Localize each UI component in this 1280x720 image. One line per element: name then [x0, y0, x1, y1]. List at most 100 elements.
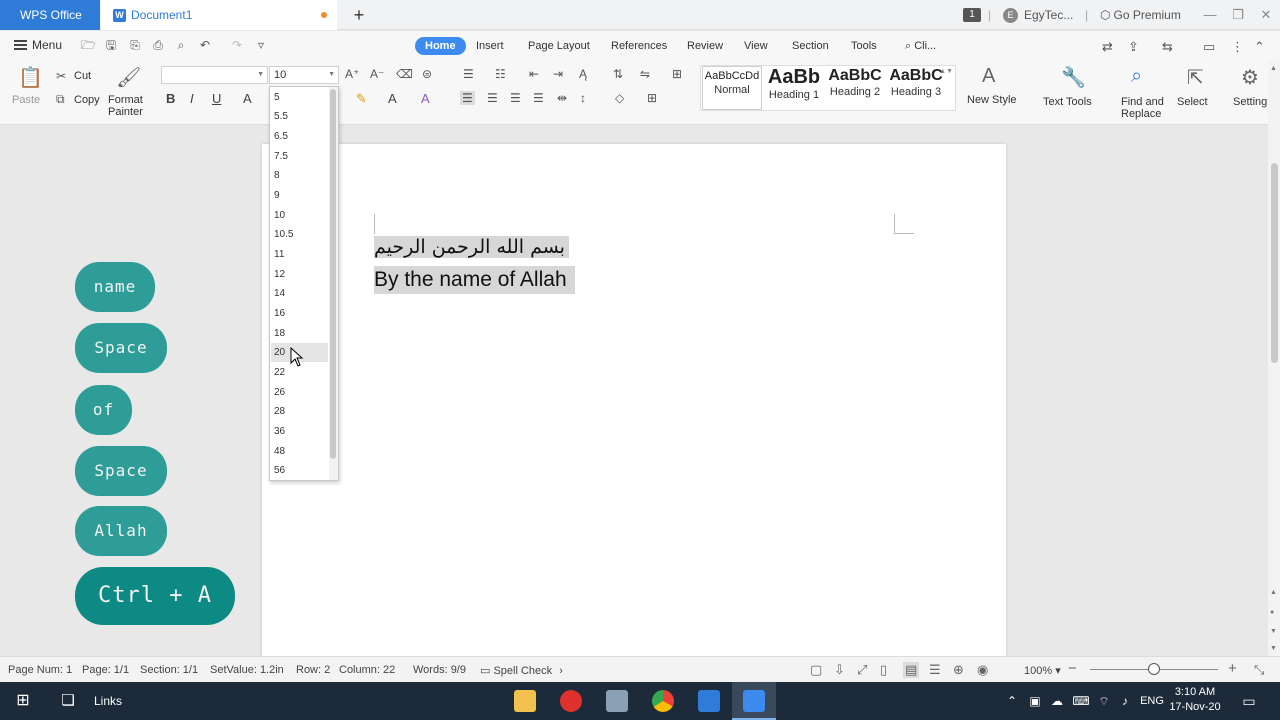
volume-icon[interactable]: ♪ [1116, 682, 1134, 720]
page-nav-icon[interactable]: ⇩ [834, 662, 845, 678]
export-icon[interactable]: ⎘ [128, 39, 142, 52]
scrollbar-thumb[interactable] [1271, 163, 1278, 363]
page-count-indicator[interactable]: 1 [963, 0, 981, 30]
highlight-icon[interactable]: ✎ [356, 91, 367, 107]
show-hide-icon[interactable]: ⇋ [640, 67, 650, 81]
find-replace-label-1[interactable]: Find and [1121, 96, 1164, 108]
restore-button[interactable]: ❐ [1224, 0, 1252, 30]
sync-icon[interactable]: ⇆ [1162, 39, 1173, 55]
copy-button[interactable]: Copy [74, 94, 100, 106]
status-words[interactable]: Words: 9/9 [413, 664, 466, 676]
windows-start-icon[interactable]: ⊞ [10, 682, 36, 720]
header-footer-icon[interactable]: ▢ [810, 662, 822, 678]
underline-icon[interactable]: U [212, 91, 221, 106]
font-size-combo[interactable]: 10 ▼ [269, 66, 339, 84]
more-options-icon[interactable]: ⋮ [1231, 39, 1244, 55]
cut-button[interactable]: Cut [74, 70, 91, 82]
format-painter-icon[interactable]: 🖌 [116, 65, 141, 90]
zoom-out-icon[interactable]: − [1068, 660, 1077, 677]
status-row[interactable]: Row: 2 [296, 664, 330, 676]
wps-office-tab[interactable]: WPS Office [0, 0, 100, 30]
italic-icon[interactable]: I [190, 91, 194, 106]
tab-insert[interactable]: Insert [466, 37, 514, 55]
scroll-up-icon[interactable]: ▲ [1270, 65, 1277, 72]
font-size-option[interactable]: 7.5 [271, 147, 328, 166]
show-hidden-icons[interactable]: ⌃ [1003, 682, 1021, 720]
new-tab-button[interactable]: + [348, 4, 370, 26]
font-size-option[interactable]: 8 [271, 166, 328, 185]
status-section[interactable]: Section: 1/1 [140, 664, 198, 676]
align-center-icon[interactable]: ☰ [487, 91, 498, 105]
tab-page-layout[interactable]: Page Layout [518, 37, 600, 55]
tray-app-icon[interactable]: ▣ [1026, 682, 1044, 720]
wps-writer-taskbar-button[interactable] [732, 682, 776, 720]
close-window-button[interactable]: ✕ [1252, 0, 1280, 30]
go-premium-button[interactable]: ⬡ Go Premium [1100, 0, 1181, 30]
account-button[interactable]: E EgyTec... [1003, 0, 1073, 30]
settings-icon[interactable]: ⚙ [1241, 65, 1259, 90]
dropdown-scrollbar[interactable] [329, 87, 338, 480]
font-size-option[interactable]: 11 [271, 245, 328, 264]
phonetic-guide-icon[interactable]: ⊜ [422, 67, 432, 81]
save-icon[interactable]: 🖫 [104, 39, 118, 52]
document-tab[interactable]: W Document1 [101, 0, 337, 30]
web-layout-icon[interactable]: ⊕ [953, 662, 964, 678]
decrease-indent-icon[interactable]: ⇤ [529, 67, 539, 81]
line-spacing-icon[interactable]: ↕ [580, 91, 586, 105]
font-size-option[interactable]: 12 [271, 265, 328, 284]
format-painter-label-1[interactable]: Format [108, 94, 143, 106]
text-color-icon[interactable]: A [388, 91, 397, 106]
tray-input-icon[interactable]: ⌨ [1072, 682, 1090, 720]
notifications-icon[interactable]: ▭ [1238, 682, 1260, 720]
numbering-icon[interactable]: ☷ [495, 67, 506, 81]
command-search[interactable]: ⌕ Cli... [895, 37, 946, 55]
decrease-font-icon[interactable]: A⁻ [370, 67, 384, 81]
select-browse-object-icon[interactable]: ● [1270, 609, 1274, 616]
scroll-page-down-icon[interactable]: ▼ [1270, 628, 1277, 635]
table-tools-icon[interactable]: ⊞ [672, 67, 682, 81]
word-app-icon[interactable] [698, 690, 720, 712]
status-setvalue[interactable]: SetValue: 1.2in [210, 664, 284, 676]
increase-indent-icon[interactable]: ⇥ [553, 67, 563, 81]
find-replace-label-2[interactable]: Replace [1121, 108, 1161, 120]
fit-window-icon[interactable]: ⤡ [1254, 662, 1264, 678]
print-layout-icon[interactable]: ▤ [903, 662, 920, 678]
font-size-option[interactable]: 16 [271, 304, 328, 323]
bullets-icon[interactable]: ☰ [463, 67, 474, 81]
open-folder-icon[interactable]: 🗁 [81, 39, 96, 52]
fullscreen-icon[interactable]: ⤢ [857, 662, 867, 678]
font-size-option[interactable]: 26 [271, 383, 328, 402]
clear-format-icon[interactable]: ⌫ [396, 67, 413, 81]
justify-icon[interactable]: ☰ [533, 91, 544, 105]
text-effect-icon[interactable]: A [421, 91, 430, 106]
print-preview-icon[interactable]: ⌕ [174, 39, 188, 52]
status-column[interactable]: Column: 22 [339, 664, 395, 676]
new-style-button[interactable]: New Style [967, 94, 1017, 106]
bold-icon[interactable]: B [166, 91, 175, 106]
links-toolbar[interactable]: Links [88, 682, 128, 720]
select-cursor-icon[interactable]: ⇱ [1187, 65, 1204, 90]
font-size-option[interactable]: 10.5 [271, 225, 328, 244]
align-left-icon[interactable]: ☰ [460, 91, 475, 105]
style-normal[interactable]: AaBbCcDd Normal [702, 66, 762, 110]
find-replace-icon[interactable]: ⌕ [1131, 65, 1142, 88]
comment-icon[interactable]: ▭ [1203, 39, 1215, 55]
tab-review[interactable]: Review [677, 37, 733, 55]
font-color-icon[interactable]: A [243, 91, 252, 106]
font-name-combo[interactable]: ▼ [161, 66, 268, 84]
font-size-option[interactable]: 36 [271, 422, 328, 441]
tab-references[interactable]: References [601, 37, 677, 55]
status-page[interactable]: Page: 1/1 [82, 664, 129, 676]
collaborate-icon[interactable]: ⇄ [1102, 39, 1113, 55]
text-direction-icon[interactable]: Ą [579, 67, 587, 81]
text-tools-icon[interactable]: 🔧 [1061, 65, 1086, 90]
text-tools-button[interactable]: Text Tools [1043, 96, 1092, 108]
paste-button[interactable]: Paste [12, 94, 40, 106]
style-heading-2[interactable]: AaBbC Heading 2 [825, 66, 885, 110]
chrome-icon[interactable] [652, 690, 674, 712]
zoom-slider-knob[interactable] [1148, 663, 1160, 675]
input-language[interactable]: ENG [1138, 682, 1166, 720]
zoom-level[interactable]: 100% ▾ [1024, 664, 1061, 677]
font-size-option[interactable]: 5 [271, 88, 328, 107]
styles-scroll-icon[interactable]: ▲▼ [939, 68, 953, 75]
